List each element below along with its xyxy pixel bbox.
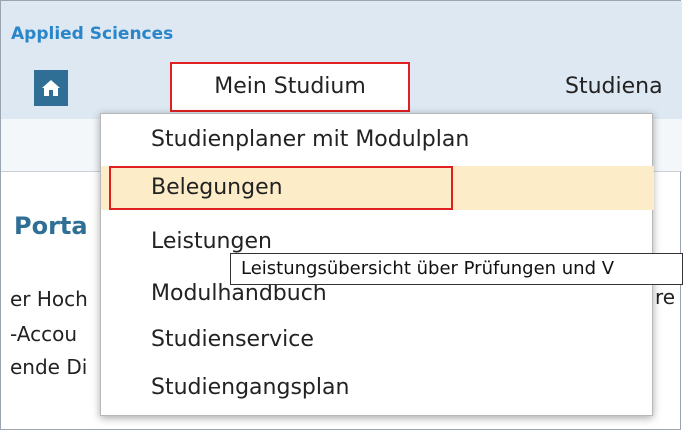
background-text-line: ende Di [10,355,88,379]
background-text-fragment: re [655,285,676,309]
nav-mein-studium[interactable]: Mein Studium [170,62,410,112]
background-text-line: -Accou [10,322,78,346]
background-text-line: er Hoch [10,287,88,311]
highlight-annotation-box [109,166,453,210]
nav-studiengang[interactable]: Studiena [565,62,663,112]
home-icon [42,80,60,96]
portal-heading: Porta [14,212,88,240]
menu-item-studienplaner[interactable]: Studienplaner mit Modulplan [101,118,654,162]
brand-text: Applied Sciences [11,24,174,44]
home-button[interactable] [34,70,68,106]
menu-item-studienservice[interactable]: Studienservice [101,318,654,362]
tooltip: Leistungsübersicht über Prüfungen und V [230,253,683,285]
menu-item-studiengangsplan[interactable]: Studiengangsplan [101,366,654,410]
